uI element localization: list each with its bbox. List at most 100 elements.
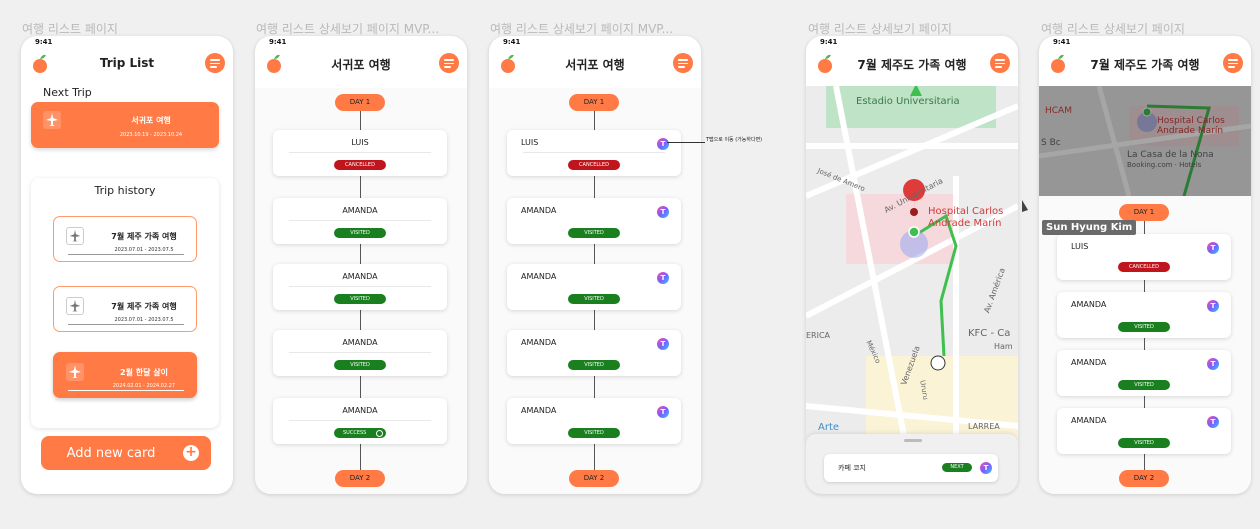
status-bar: 9:41 [35, 38, 221, 48]
menu-icon[interactable] [990, 53, 1010, 73]
tmap-icon[interactable] [1207, 358, 1219, 370]
next-trip-dates: 2023.10.19 - 2023.10.24 [119, 132, 183, 138]
status-bar: 9:41 [269, 38, 455, 48]
check-circle-icon [376, 429, 383, 437]
place-name: AMANDA [342, 272, 378, 281]
place-card[interactable]: AMANDA VISITED [273, 330, 447, 376]
drag-handle[interactable] [904, 439, 922, 442]
mini-route-map[interactable]: HCAM Hospital Carlos Andrade Marín S Bc … [1039, 86, 1251, 196]
place-name: AMANDA [342, 338, 378, 347]
status-badge-label: SUCCESS [343, 430, 367, 436]
day-pill[interactable]: DAY 1 [569, 94, 619, 111]
day-pill[interactable]: DAY 1 [335, 94, 385, 111]
plus-icon: + [183, 445, 199, 461]
airplane-icon [66, 227, 84, 245]
frame-label-detail-mvp-b: 여행 리스트 상세보기 페이지 MVP... [490, 22, 674, 36]
status-time: 9:41 [269, 38, 287, 46]
map-label: Estadio Universitaria [856, 96, 960, 107]
status-badge: VISITED [1118, 322, 1170, 332]
divider [289, 286, 431, 287]
next-trip-title: 서귀포 여행 [131, 116, 171, 125]
place-card[interactable]: AMANDA VISITED [507, 264, 681, 310]
tmap-icon[interactable] [1207, 300, 1219, 312]
add-new-card-button[interactable]: Add new card + [41, 436, 211, 470]
menu-icon[interactable] [205, 53, 225, 73]
place-card[interactable]: AMANDA VISITED [507, 330, 681, 376]
place-card[interactable]: AMANDA VISITED [1057, 292, 1231, 338]
underline [68, 324, 184, 325]
trip-history-card[interactable]: 7월 제주 가족 여행 2023.07.01 - 2023.07.5 [53, 216, 197, 262]
place-card[interactable]: LUIS CANCELLED [507, 130, 681, 176]
pointer-cursor-icon [1022, 200, 1028, 212]
frame-label-detail-full: 여행 리스트 상세보기 페이지 [1041, 22, 1185, 36]
airplane-icon [66, 363, 84, 381]
tmap-icon[interactable] [657, 272, 669, 284]
tmap-icon[interactable] [1207, 242, 1219, 254]
map-label: KFC - Ca [968, 328, 1011, 339]
airplane-icon [43, 111, 61, 129]
page-title: Trip List [99, 56, 155, 70]
route-map[interactable]: Estadio Universitaria Hospital Carlos An… [806, 86, 1018, 446]
next-trip-card[interactable]: 서귀포 여행 2023.10.19 - 2023.10.24 [31, 102, 219, 148]
bottom-sheet[interactable]: 카페 코지 NEXT [806, 434, 1018, 494]
airplane-icon [66, 297, 84, 315]
status-bar: 9:41 [1053, 38, 1239, 48]
menu-icon[interactable] [1223, 53, 1243, 73]
tmap-icon[interactable] [657, 206, 669, 218]
day-pill[interactable]: DAY 2 [1119, 470, 1169, 487]
divider [523, 152, 665, 153]
status-bar: 9:41 [820, 38, 1006, 48]
timeline: DAY 1 LUIS CANCELLED AMANDA VISITED AMAN… [1039, 196, 1251, 494]
trip-history-title: 2월 한달 살이 [120, 368, 168, 377]
place-card[interactable]: AMANDA VISITED [1057, 350, 1231, 396]
tmap-icon[interactable] [657, 138, 669, 150]
trip-history-card[interactable]: 7월 제주 가족 여행 2023.07.01 - 2023.07.5 [53, 286, 197, 332]
status-badge: CANCELLED [568, 160, 620, 170]
trip-detail-map-screen: 9:41 7월 제주도 가족 여행 Estadio Universitaria … [806, 36, 1018, 494]
place-card[interactable]: AMANDA VISITED [507, 198, 681, 244]
tmap-icon[interactable] [980, 462, 992, 474]
trip-history-card-selected[interactable]: 2월 한달 살이 2024.02.01 - 2024.02.27 [53, 352, 197, 398]
place-name: AMANDA [521, 272, 557, 281]
map-label: Arte [818, 422, 840, 433]
map-overlay [1039, 86, 1251, 196]
place-card[interactable]: AMANDA VISITED [273, 264, 447, 310]
place-card[interactable]: AMANDA VISITED [507, 398, 681, 444]
day-pill[interactable]: DAY 1 [1119, 204, 1169, 221]
divider [289, 152, 431, 153]
add-new-card-label: Add new card [66, 446, 156, 461]
day-pill[interactable]: DAY 2 [335, 470, 385, 487]
trip-history-panel: Trip history 7월 제주 가족 여행 2023.07.01 - 20… [31, 178, 219, 428]
menu-icon[interactable] [439, 53, 459, 73]
place-card[interactable]: AMANDA VISITED [273, 198, 447, 244]
status-badge: CANCELLED [1118, 262, 1170, 272]
status-time: 9:41 [820, 38, 838, 46]
frame-label-detail-map: 여행 리스트 상세보기 페이지 [808, 22, 952, 36]
place-name: AMANDA [342, 206, 378, 215]
status-badge: VISITED [568, 228, 620, 238]
place-card[interactable]: AMANDA VISITED [1057, 408, 1231, 454]
status-badge: VISITED [568, 360, 620, 370]
tmap-icon[interactable] [657, 338, 669, 350]
trip-history-title: 7월 제주 가족 여행 [111, 302, 177, 311]
day-pill[interactable]: DAY 2 [569, 470, 619, 487]
current-place-card[interactable]: 카페 코지 NEXT [824, 454, 998, 482]
status-badge: VISITED [334, 360, 386, 370]
frame-label-detail-mvp-a: 여행 리스트 상세보기 페이지 MVP... [256, 22, 440, 36]
tmap-icon[interactable] [1207, 416, 1219, 428]
timeline: DAY 1 LUIS CANCELLED AMANDA VISITED AMAN… [255, 88, 467, 494]
place-name: AMANDA [521, 206, 557, 215]
trip-detail-mvp-b-screen: 9:41 서귀포 여행 DAY 1 LUIS CANCELLED AMANDA … [489, 36, 701, 494]
tmap-icon[interactable] [657, 406, 669, 418]
place-name: 카페 코지 [838, 464, 866, 472]
trip-list-screen: 9:41 Trip List Next Trip 서귀포 여행 2023.10.… [21, 36, 233, 494]
place-card[interactable]: LUIS CANCELLED [273, 130, 447, 176]
place-name: LUIS [1071, 242, 1089, 251]
menu-icon[interactable] [673, 53, 693, 73]
status-time: 9:41 [503, 38, 521, 46]
place-card[interactable]: LUIS CANCELLED [1057, 234, 1231, 280]
place-card[interactable]: AMANDA SUCCESS [273, 398, 447, 444]
divider [289, 352, 431, 353]
status-badge: VISITED [334, 228, 386, 238]
annotation-note: T맵으로 이동 (가능하다면) [706, 137, 763, 143]
